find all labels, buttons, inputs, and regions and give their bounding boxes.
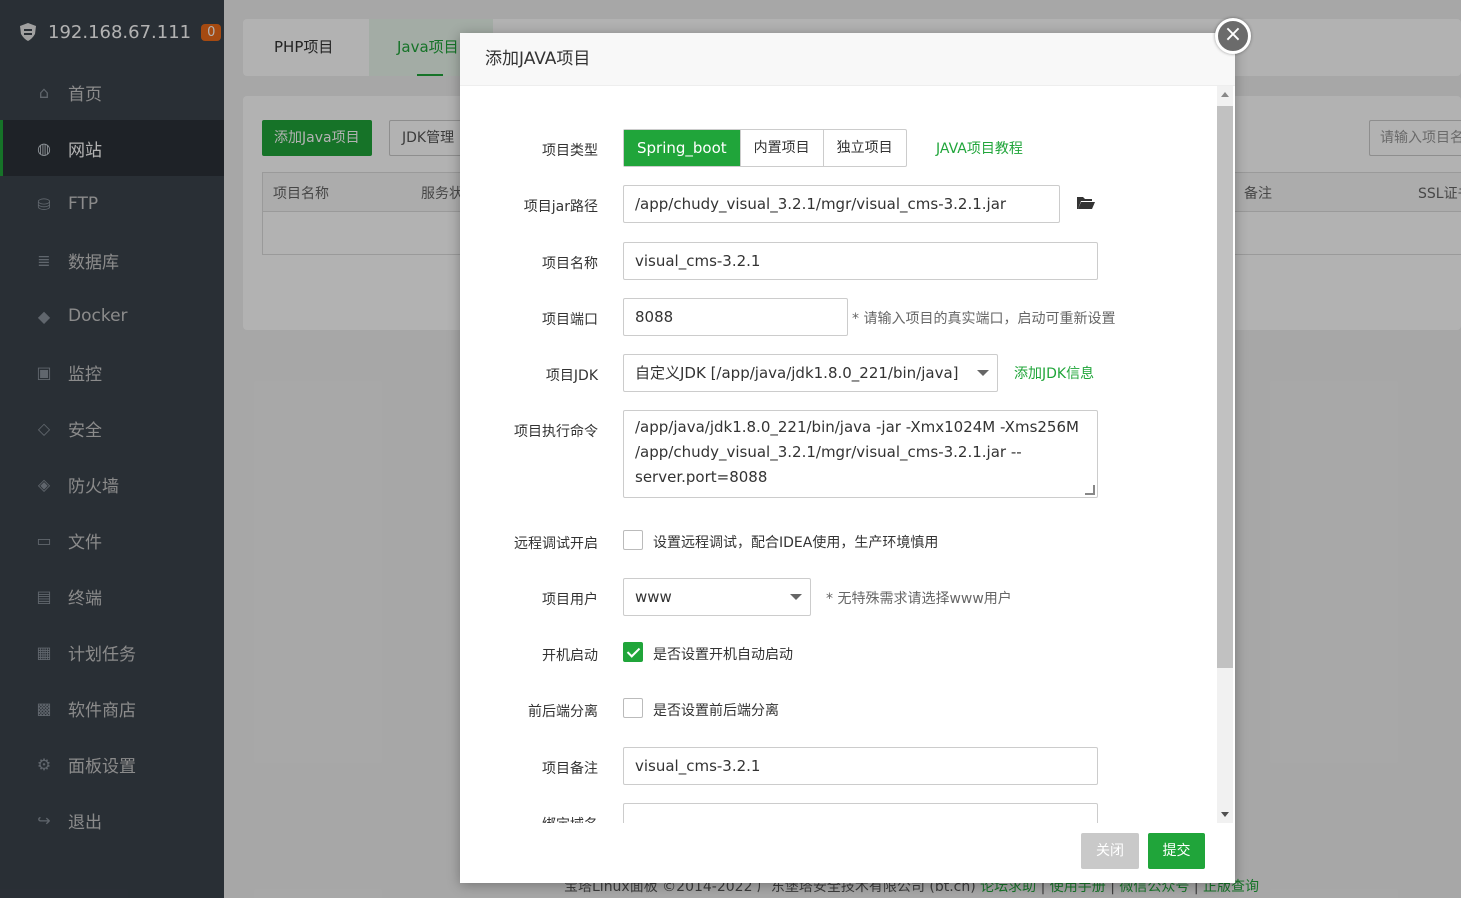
jar-path-input[interactable]: /app/chudy_visual_3.2.1/mgr/visual_cms-3…: [623, 185, 1060, 223]
remote-debug-checkbox[interactable]: [623, 530, 643, 550]
java-tutorial-link[interactable]: JAVA项目教程: [936, 138, 1023, 158]
dialog-footer: 关闭 提交: [460, 823, 1235, 883]
dialog-title: 添加JAVA项目: [460, 33, 1235, 86]
remark-input[interactable]: visual_cms-3.2.1: [623, 747, 1098, 785]
submit-button[interactable]: 提交: [1148, 833, 1205, 869]
command-line: /app/chudy_visual_3.2.1/mgr/visual_cms-3…: [635, 443, 1022, 461]
resize-handle-icon[interactable]: [1085, 485, 1095, 495]
label-name: 项目名称: [542, 256, 598, 272]
jdk-select-value: 自定义JDK [/app/java/jdk1.8.0_221/bin/java]: [635, 364, 959, 382]
autostart-text: 是否设置开机自动启动: [653, 647, 793, 663]
remote-debug-text: 设置远程调试，配合IDEA使用，生产环境慎用: [653, 535, 939, 551]
label-domain: 绑定域名: [460, 814, 598, 823]
label-command: 项目执行命令: [514, 424, 598, 440]
command-line: /app/java/jdk1.8.0_221/bin/java -jar -Xm…: [635, 418, 1079, 436]
port-hint: * 请输入项目的真实端口，启动可重新设置: [852, 311, 1116, 327]
type-option-standalone[interactable]: 独立项目: [822, 130, 906, 166]
add-jdk-link[interactable]: 添加JDK信息: [1014, 363, 1094, 383]
command-line: server.port=8088: [635, 468, 768, 486]
label-remote-debug: 远程调试开启: [514, 536, 598, 552]
project-name-input[interactable]: visual_cms-3.2.1: [623, 242, 1098, 280]
dialog-body: 项目类型 Spring_boot 内置项目 独立项目 JAVA项目教程 项目ja…: [460, 86, 1235, 823]
chevron-down-icon: [790, 594, 802, 600]
scroll-thumb[interactable]: [1217, 106, 1233, 668]
project-port-input[interactable]: 8088: [623, 298, 848, 336]
label-autostart: 开机启动: [542, 648, 598, 664]
dialog-scrollbar[interactable]: [1217, 86, 1233, 823]
project-type-selector: Spring_boot 内置项目 独立项目: [623, 129, 907, 167]
scroll-down-icon[interactable]: [1221, 812, 1229, 817]
chevron-down-icon: [977, 370, 989, 376]
label-port: 项目端口: [542, 312, 598, 328]
autostart-checkbox[interactable]: [623, 642, 643, 662]
user-hint: * 无特殊需求请选择www用户: [826, 591, 1012, 607]
type-option-builtin[interactable]: 内置项目: [739, 130, 823, 166]
user-select-value: www: [635, 588, 672, 606]
label-separation: 前后端分离: [528, 704, 598, 720]
domain-textarea[interactable]: [623, 803, 1098, 823]
scroll-up-icon[interactable]: [1221, 92, 1229, 97]
label-remark: 项目备注: [542, 761, 598, 777]
jdk-select[interactable]: 自定义JDK [/app/java/jdk1.8.0_221/bin/java]: [623, 354, 998, 392]
close-icon[interactable]: ×: [1215, 18, 1251, 54]
user-select[interactable]: www: [623, 578, 811, 616]
label-type: 项目类型: [542, 143, 598, 159]
separation-checkbox[interactable]: [623, 698, 643, 718]
close-button[interactable]: 关闭: [1081, 833, 1139, 869]
label-jar-path: 项目jar路径: [523, 199, 598, 215]
folder-open-icon[interactable]: [1076, 195, 1096, 211]
label-user: 项目用户: [542, 592, 598, 608]
add-java-project-dialog: 添加JAVA项目 × 项目类型 Spring_boot 内置项目 独立项目 JA…: [460, 18, 1251, 883]
label-jdk: 项目JDK: [545, 368, 598, 384]
type-option-spring-boot[interactable]: Spring_boot: [624, 130, 740, 166]
separation-text: 是否设置前后端分离: [653, 703, 779, 719]
command-textarea[interactable]: /app/java/jdk1.8.0_221/bin/java -jar -Xm…: [623, 410, 1098, 498]
